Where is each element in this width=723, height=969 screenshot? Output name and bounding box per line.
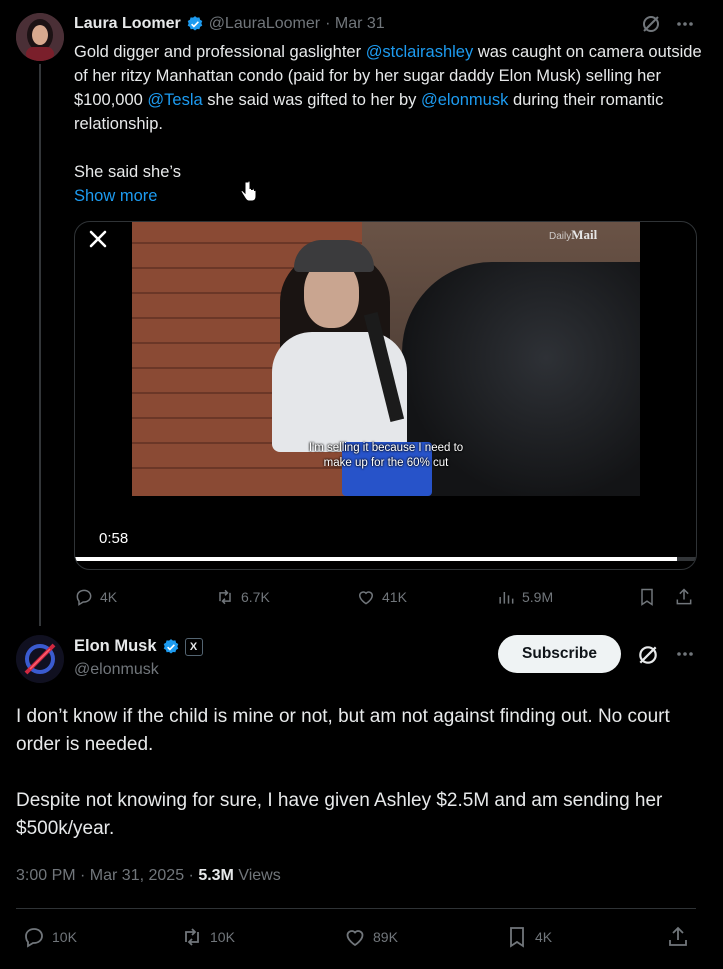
divider	[16, 908, 696, 909]
watermark-bold: Mail	[571, 227, 598, 242]
reply-icon	[76, 589, 92, 606]
grok-icon[interactable]	[641, 14, 661, 34]
mention-tesla[interactable]: @Tesla	[147, 91, 202, 109]
views-bar-chart-icon	[499, 592, 514, 604]
share-icon[interactable]	[666, 925, 690, 949]
views-button[interactable]: 5.9M	[496, 587, 553, 607]
repost-button[interactable]: 10K	[180, 925, 235, 949]
tweet-timestamp[interactable]: 3:00 PM · Mar 31, 2025 ·	[16, 867, 198, 884]
text-paragraph-2: Despite not knowing for sure, I have giv…	[16, 790, 663, 839]
reply-button[interactable]: 10K	[22, 925, 77, 949]
video-progress-fill	[75, 557, 678, 561]
share-icon[interactable]	[674, 587, 694, 607]
hand-cursor-icon	[240, 180, 258, 204]
tweet-laura-loomer[interactable]: Laura Loomer @LauraLoomer · Mar 31 Gold …	[0, 0, 723, 626]
bookmark-icon[interactable]	[637, 587, 657, 607]
watermark-light: Daily	[549, 231, 572, 242]
verified-badge-icon	[186, 15, 204, 33]
video-frame[interactable]: DailyMail I'm selling it because I need …	[132, 222, 640, 496]
subscribe-button[interactable]: Subscribe	[498, 635, 621, 673]
daily-mail-watermark: DailyMail	[549, 227, 597, 243]
repost-icon	[219, 589, 231, 605]
tweet-elon-musk[interactable]: Elon Musk X @elonmusk Subscribe I don’t …	[0, 625, 723, 969]
repost-icon	[185, 928, 199, 946]
reply-count: 4K	[100, 589, 118, 605]
views-label: Views	[233, 867, 281, 884]
like-button[interactable]: 89K	[343, 925, 398, 949]
like-count: 41K	[382, 589, 407, 605]
verified-badge-icon	[162, 638, 180, 656]
heart-icon	[358, 591, 374, 605]
reply-count: 10K	[52, 929, 77, 945]
repost-button[interactable]: 6.7K	[215, 587, 270, 607]
tweet1-header: Laura Loomer @LauraLoomer · Mar 31	[74, 14, 385, 34]
bookmark-button[interactable]: 4K	[505, 925, 552, 949]
reply-button[interactable]: 4K	[74, 587, 117, 607]
views-count: 5.9M	[522, 589, 554, 605]
text-segment: she said was gifted to her by	[202, 91, 421, 109]
heart-icon	[346, 930, 364, 947]
mention-stclairashley[interactable]: @stclairashley	[366, 43, 474, 61]
video-player[interactable]: DailyMail I'm selling it because I need …	[74, 221, 697, 570]
video-time: 0:58	[99, 530, 129, 547]
bookmark-count: 4K	[535, 929, 553, 945]
video-progress-bar[interactable]	[75, 557, 696, 561]
subtitle-line-1: I'm selling it because I need to	[308, 442, 464, 454]
avatar-elon-musk[interactable]	[16, 635, 64, 683]
like-button[interactable]: 41K	[356, 587, 407, 607]
video-subtitle: I'm selling it because I need to make up…	[296, 441, 476, 471]
show-more-link[interactable]: Show more	[74, 184, 704, 208]
tweet2-meta: 3:00 PM · Mar 31, 2025 · 5.3M Views	[16, 867, 281, 885]
repost-count: 6.7K	[241, 589, 270, 605]
person-cap	[294, 240, 374, 272]
tweet2-author-row: Elon Musk X	[74, 637, 203, 656]
text-segment: Gold digger and professional gaslighter	[74, 43, 366, 61]
tweet1-text: Gold digger and professional gaslighter …	[74, 40, 704, 208]
author-name[interactable]: Elon Musk	[74, 637, 157, 656]
like-count: 89K	[373, 929, 398, 945]
mention-elonmusk[interactable]: @elonmusk	[421, 91, 508, 109]
reply-icon	[25, 928, 43, 948]
text-paragraph-2: She said she’s	[74, 163, 182, 181]
subtitle-line-2: make up for the 60% cut	[323, 457, 449, 469]
author-name[interactable]: Laura Loomer	[74, 14, 181, 34]
bookmark-icon	[510, 927, 524, 948]
repost-count: 10K	[210, 929, 235, 945]
author-handle[interactable]: @elonmusk	[74, 661, 159, 679]
x-affiliate-badge-icon[interactable]: X	[184, 637, 203, 656]
avatar-laura-loomer[interactable]	[16, 13, 64, 61]
more-options-icon[interactable]	[675, 644, 695, 664]
text-paragraph-1: I don’t know if the child is mine or not…	[16, 706, 670, 755]
tweet-date[interactable]: · Mar 31	[325, 14, 385, 34]
close-icon[interactable]	[85, 226, 111, 252]
grok-icon[interactable]	[637, 644, 659, 666]
more-options-icon[interactable]	[675, 14, 695, 34]
thread-line	[39, 64, 41, 626]
views-count: 5.3M	[198, 867, 234, 884]
tweet2-text: I don’t know if the child is mine or not…	[16, 703, 706, 871]
author-handle[interactable]: @LauraLoomer	[209, 14, 320, 34]
